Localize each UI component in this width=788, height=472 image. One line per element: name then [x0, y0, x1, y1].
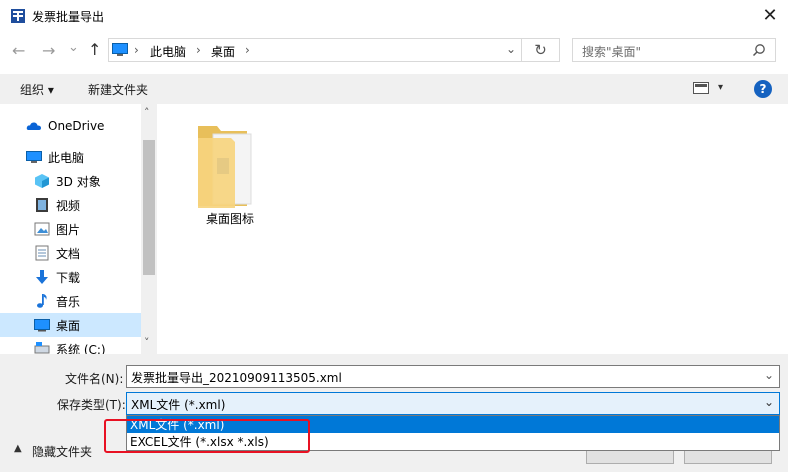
title-bar: [0, 0, 788, 31]
window-title: 发票批量导出: [32, 10, 105, 24]
search-placeholder: 搜索"桌面": [582, 45, 642, 59]
filename-label: 文件名(N):: [65, 372, 124, 386]
chevron-up-icon: ˄: [144, 106, 150, 119]
document-icon: [34, 245, 50, 261]
sidebar-item-label: OneDrive: [48, 119, 105, 133]
breadcrumb-separator: ›: [134, 43, 139, 57]
sidebar-item-clip: 系统 (C:): [0, 337, 141, 354]
filename-dropdown-button[interactable]: ⌄: [764, 368, 774, 382]
hide-folders-button[interactable]: 隐藏文件夹: [32, 443, 92, 460]
back-button[interactable]: ←: [12, 41, 25, 60]
sidebar-item-label: 音乐: [56, 294, 81, 309]
help-button[interactable]: ?: [754, 80, 772, 98]
view-dropdown-button[interactable]: ▾: [718, 82, 723, 93]
sidebar-item-label: 3D 对象: [56, 174, 101, 189]
breadcrumb-this-pc[interactable]: 此电脑: [150, 43, 186, 60]
save-button[interactable]: [586, 451, 674, 464]
new-folder-button[interactable]: 新建文件夹: [88, 81, 148, 98]
help-icon: ?: [759, 82, 767, 96]
address-dropdown-button[interactable]: ⌄: [506, 42, 516, 56]
refresh-icon: ↻: [534, 41, 547, 59]
cloud-icon: [26, 118, 42, 134]
picture-icon: [34, 221, 50, 237]
sidebar-item-label: 图片: [56, 222, 81, 237]
chevron-down-icon: ˅: [144, 336, 150, 349]
chevron-down-icon: ⌄: [764, 395, 775, 409]
scroll-down-button[interactable]: ˅: [144, 336, 150, 349]
view-icon: [693, 82, 709, 94]
chevron-down-icon: ⌄: [68, 40, 79, 55]
forward-button[interactable]: →: [42, 41, 55, 60]
cancel-button[interactable]: [684, 451, 772, 464]
app-icon: [10, 8, 26, 24]
close-icon: ✕: [762, 4, 778, 26]
filename-value: 发票批量导出_20210909113505.xml: [131, 371, 342, 385]
video-icon: [34, 197, 50, 213]
music-icon: [34, 293, 50, 309]
scroll-up-button[interactable]: ˄: [144, 106, 150, 119]
download-icon: [34, 269, 50, 285]
filetype-dropdown-button[interactable]: ⌄: [764, 395, 774, 409]
computer-icon: [112, 43, 128, 56]
drive-icon: [34, 341, 50, 354]
file-item-desktop-icons[interactable]: 桌面图标: [190, 118, 270, 230]
filetype-value: XML文件 (*.xml): [131, 398, 226, 412]
sidebar-item-label: 桌面: [56, 318, 81, 333]
close-button[interactable]: ✕: [756, 2, 784, 28]
desktop-icon: [34, 317, 50, 333]
filetype-label: 保存类型(T):: [57, 398, 126, 412]
view-options-button[interactable]: [693, 82, 709, 95]
chevron-down-icon: ⌄: [506, 42, 517, 56]
sidebar-item-label: 文档: [56, 246, 81, 261]
folder-icon: [195, 122, 255, 208]
chevron-up-icon: ▲: [14, 443, 22, 454]
sidebar-item-label: 视频: [56, 198, 81, 213]
chevron-down-icon: ⌄: [764, 368, 775, 382]
sidebar-item-label: 系统 (C:): [56, 342, 106, 355]
organize-button[interactable]: 组织 ▾: [20, 81, 54, 98]
sidebar-item-label: 下载: [56, 270, 81, 285]
highlight-annotation: [104, 419, 310, 453]
back-arrow-icon: ←: [12, 41, 26, 60]
up-arrow-icon: ↑: [88, 40, 102, 59]
breadcrumb-separator: ›: [245, 43, 250, 57]
recent-locations-button[interactable]: ⌄: [68, 40, 79, 55]
refresh-button[interactable]: ↻: [522, 38, 560, 62]
sidebar-item-label: 此电脑: [48, 150, 85, 165]
search-icon: [752, 43, 766, 57]
file-item-label: 桌面图标: [205, 212, 254, 226]
cube-icon: [34, 173, 50, 189]
sidebar-scroll-thumb[interactable]: [143, 140, 155, 275]
breadcrumb-separator: ›: [196, 43, 201, 57]
computer-icon: [26, 149, 42, 165]
sidebar-item-drive-c[interactable]: 系统 (C:): [0, 337, 141, 354]
up-button[interactable]: ↑: [88, 40, 101, 59]
breadcrumb-desktop[interactable]: 桌面: [211, 43, 235, 60]
forward-arrow-icon: →: [42, 41, 56, 60]
